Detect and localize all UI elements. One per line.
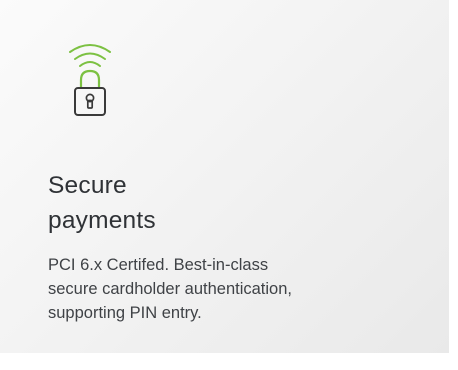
card-title-line-1: Secure bbox=[48, 172, 127, 199]
card-description-line-3: supporting PIN entry. bbox=[48, 304, 202, 322]
feature-card: Secure payments PCI 6.x Certifed. Best-i… bbox=[0, 0, 449, 353]
card-title: Secure payments bbox=[48, 168, 388, 238]
wireless-lock-icon bbox=[69, 44, 111, 116]
card-description-line-2: secure cardholder authentication, bbox=[48, 280, 292, 298]
card-description: PCI 6.x Certifed. Best-in-class secure c… bbox=[48, 253, 358, 325]
card-description-line-1: PCI 6.x Certifed. Best-in-class bbox=[48, 256, 269, 274]
card-title-line-2: payments bbox=[48, 207, 156, 234]
